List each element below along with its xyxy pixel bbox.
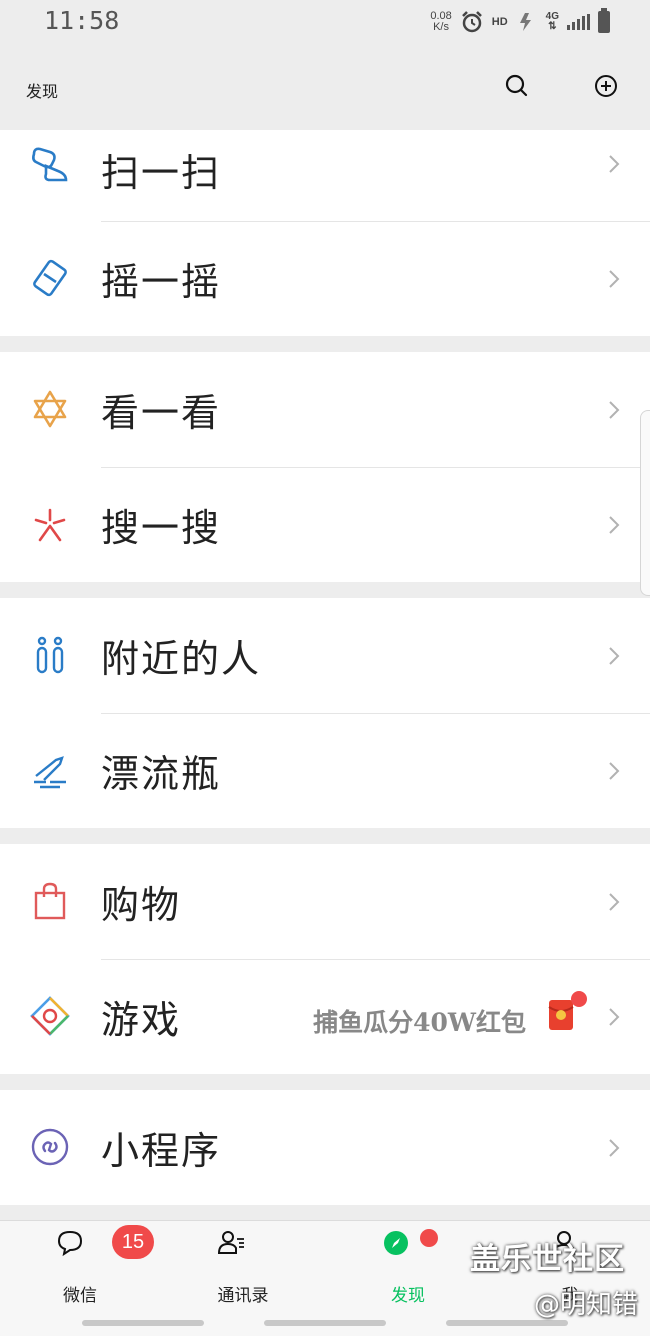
scan-icon	[32, 147, 68, 182]
search-button[interactable]	[503, 72, 531, 100]
drift-bottle-icon	[34, 756, 66, 789]
chevron-right-icon	[609, 893, 620, 911]
page-title: 发现	[26, 84, 59, 101]
chevron-right-icon	[609, 270, 620, 288]
group-look-search: 看一看 搜一搜	[0, 352, 650, 582]
alarm-icon	[461, 11, 482, 33]
item-label: 扫一扫	[101, 151, 222, 195]
chevron-right-icon	[609, 155, 620, 173]
menu-item-games[interactable]: 游戏 捕鱼瓜分40W红包	[0, 959, 650, 1074]
mini-program-icon	[31, 1128, 69, 1166]
people-nearby-icon	[36, 636, 64, 674]
menu-item-look[interactable]: 看一看	[0, 352, 650, 467]
menu-item-shopping[interactable]: 购物	[0, 844, 650, 959]
item-label: 搜一搜	[101, 506, 222, 550]
group-shop-games: 购物 游戏 捕鱼瓜分40W红包	[0, 844, 650, 1074]
games-promo-text: 捕鱼瓜分40W红包	[313, 1008, 526, 1037]
watermark: 盖乐世社区 @明知错	[470, 1234, 650, 1321]
tab-label: 发现	[391, 1286, 425, 1306]
item-label: 购物	[101, 883, 182, 927]
compass-icon	[384, 1231, 408, 1255]
item-label: 附近的人	[101, 637, 262, 681]
watermark-line-1: 盖乐世社区	[470, 1242, 625, 1277]
group-scan-shake: 扫一扫 摇一摇	[0, 130, 650, 336]
shake-icon	[33, 259, 67, 297]
add-button[interactable]	[592, 72, 620, 100]
status-icons: 0.08 K/s HD 4G ⇅	[430, 8, 610, 36]
charging-icon	[519, 13, 531, 31]
chat-bubble-icon	[57, 1230, 83, 1257]
item-label: 摇一摇	[101, 260, 222, 304]
chevron-right-icon	[609, 762, 620, 780]
menu-item-shake[interactable]: 摇一摇	[0, 221, 650, 336]
header: 发现	[0, 44, 650, 130]
tab-discover[interactable]: 发现	[348, 1221, 468, 1321]
tab-contacts[interactable]: 通讯录	[183, 1221, 303, 1321]
menu-item-scan[interactable]: 扫一扫	[0, 130, 650, 221]
menu-item-search[interactable]: 搜一搜	[0, 467, 650, 582]
notification-dot	[571, 991, 587, 1007]
menu-item-mini-programs[interactable]: 小程序	[0, 1090, 650, 1205]
nav-bar-indicator	[82, 1320, 204, 1326]
item-label: 游戏	[101, 998, 182, 1042]
chevron-right-icon	[609, 647, 620, 665]
plus-circle-icon	[595, 75, 617, 97]
search-flower-icon	[34, 508, 66, 542]
search-icon	[505, 74, 528, 97]
contacts-icon	[217, 1231, 244, 1254]
signal-icon	[567, 14, 590, 30]
star-of-david-icon	[33, 390, 67, 428]
chevron-right-icon	[609, 1139, 620, 1157]
tab-label: 微信	[63, 1286, 97, 1306]
watermark-line-2: @明知错	[533, 1290, 638, 1320]
network-type: 4G ⇅	[545, 11, 559, 32]
tab-label: 通讯录	[217, 1286, 269, 1306]
notification-dot	[420, 1229, 438, 1247]
item-label: 漂流瓶	[101, 752, 222, 796]
status-bar: 11:58 0.08 K/s HD 4G ⇅	[0, 0, 650, 44]
item-label: 看一看	[101, 391, 222, 435]
hd-indicator: HD	[491, 16, 508, 28]
battery-icon	[598, 8, 610, 33]
shopping-bag-icon	[34, 882, 66, 920]
tab-chats[interactable]: 15 微信	[20, 1221, 154, 1321]
nav-bar-indicator	[264, 1320, 386, 1326]
chevron-right-icon	[609, 401, 620, 419]
side-scroll-handle[interactable]	[640, 410, 650, 596]
games-icon	[30, 996, 70, 1036]
item-label: 小程序	[101, 1129, 222, 1173]
status-time: 11:58	[44, 6, 120, 35]
chevron-right-icon	[609, 516, 620, 534]
unread-badge: 15	[112, 1225, 154, 1259]
group-nearby-bottle: 附近的人 漂流瓶	[0, 598, 650, 828]
red-packet-icon	[548, 1000, 574, 1030]
group-mini-programs: 小程序	[0, 1090, 650, 1205]
menu-item-nearby[interactable]: 附近的人	[0, 598, 650, 713]
net-speed: 0.08 K/s	[430, 10, 452, 33]
chevron-right-icon	[609, 1008, 620, 1026]
menu-item-drift-bottle[interactable]: 漂流瓶	[0, 713, 650, 828]
